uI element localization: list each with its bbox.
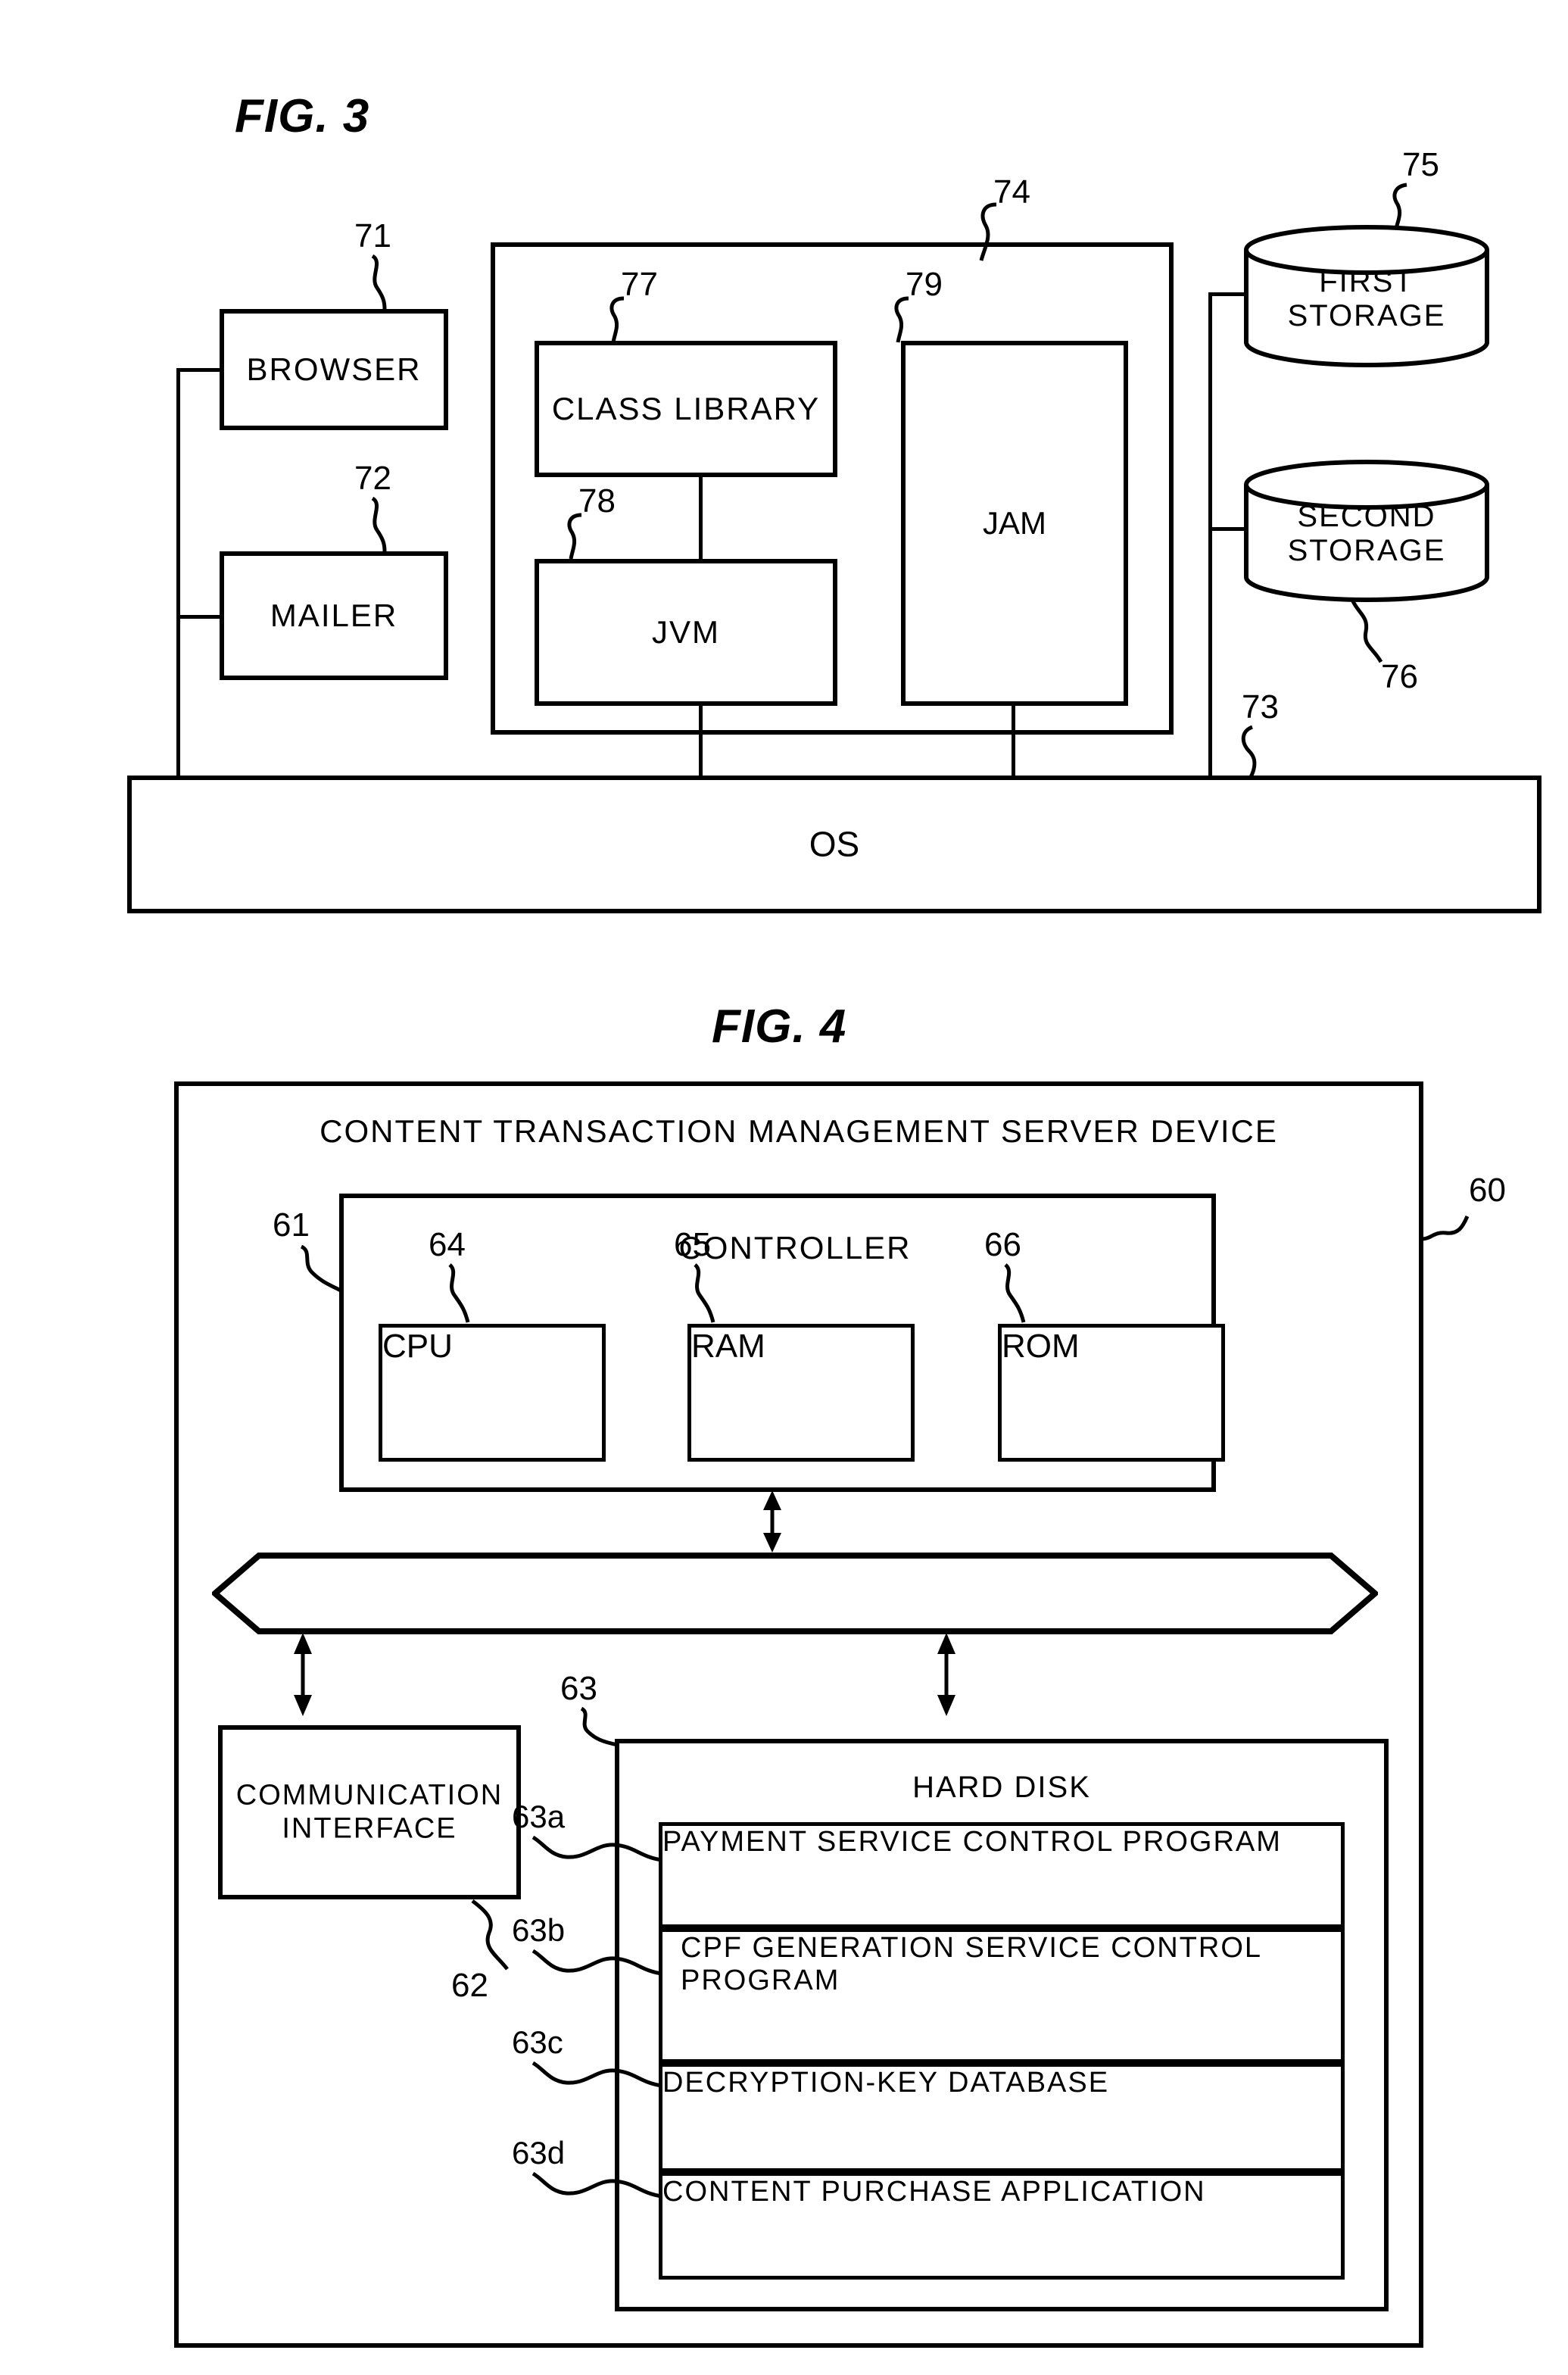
mailer-block: MAILER [220, 551, 448, 680]
reference-numeral-62: 62 [451, 1967, 488, 2004]
lead-line-63c [531, 2061, 662, 2088]
rom-block: ROM [998, 1324, 1225, 1462]
reference-numeral-63c: 63c [512, 2024, 563, 2060]
browser-label: BROWSER [246, 351, 422, 387]
controller-label: CONTROLLER [678, 1230, 912, 1266]
lead-line-61 [300, 1244, 342, 1293]
jam-label: JAM [983, 504, 1046, 541]
lead-line-75 [1392, 183, 1407, 229]
lead-line-76 [1350, 598, 1383, 663]
hard-disk-item-2-label: DECRYPTION-KEY DATABASE [662, 2067, 1110, 2099]
reference-numeral-65: 65 [674, 1226, 711, 1263]
bus-comm-interface-arrow [294, 1633, 312, 1716]
jvm-block: JVM [535, 559, 837, 706]
communication-interface-label: COMMUNICATION INTERFACE [223, 1779, 516, 1845]
os-label: OS [809, 824, 860, 864]
jvm-os-connector [699, 704, 703, 779]
reference-numeral-64: 64 [429, 1226, 466, 1263]
hard-disk-item-payment-service-control-program: PAYMENT SERVICE CONTROL PROGRAM [659, 1822, 1345, 1928]
lead-line-64 [448, 1263, 470, 1323]
ram-label: RAM [691, 1328, 765, 1365]
lead-line-72 [371, 496, 387, 552]
cpu-label: CPU [382, 1328, 453, 1365]
ram-block: RAM [687, 1324, 915, 1462]
controller-bus-arrow [763, 1490, 781, 1553]
hard-disk-label: HARD DISK [912, 1771, 1091, 1804]
reference-numeral-66: 66 [984, 1226, 1021, 1263]
server-device-title: CONTENT TRANSACTION MANAGEMENT SERVER DE… [320, 1113, 1278, 1149]
hard-disk-item-content-purchase-application: CONTENT PURCHASE APPLICATION [659, 2172, 1345, 2280]
class-library-jvm-connector [699, 476, 703, 562]
hard-disk-item-3-label: CONTENT PURCHASE APPLICATION [662, 2176, 1206, 2208]
second-storage-label: SECOND STORAGE [1242, 500, 1492, 568]
figure-3-title: FIG. 3 [235, 90, 370, 142]
jam-os-connector [1012, 704, 1015, 779]
second-storage-line-1: SECOND [1297, 500, 1436, 533]
mailer-label: MAILER [270, 597, 398, 633]
first-storage-line-2: STORAGE [1287, 298, 1446, 332]
lead-line-73 [1241, 725, 1257, 779]
bus-hard-disk-arrow [937, 1633, 955, 1716]
lead-line-63a [531, 1835, 662, 1862]
jam-block: JAM [901, 341, 1128, 706]
rom-label: ROM [1002, 1328, 1080, 1365]
communication-interface-block: COMMUNICATION INTERFACE [218, 1725, 521, 1899]
reference-numeral-72: 72 [354, 460, 391, 497]
reference-numeral-71: 71 [354, 217, 391, 254]
communication-interface-line-2: INTERFACE [282, 1812, 457, 1844]
hard-disk-item-0-label: PAYMENT SERVICE CONTROL PROGRAM [662, 1826, 1282, 1858]
left-bus-vertical [176, 370, 180, 779]
reference-numeral-63a: 63a [512, 1799, 566, 1834]
browser-block: BROWSER [220, 309, 448, 430]
hard-disk-item-1-label: CPF GENERATION SERVICE CONTROL PROGRAM [681, 1932, 1261, 1996]
lead-line-71 [371, 254, 387, 310]
first-storage-line-1: FIRST [1319, 265, 1414, 298]
os-block: OS [127, 776, 1542, 913]
browser-stub [176, 368, 222, 372]
second-storage-cylinder: SECOND STORAGE [1242, 459, 1492, 603]
lead-line-79 [894, 296, 909, 343]
reference-numeral-63d: 63d [512, 2135, 566, 2171]
second-storage-stub [1208, 527, 1246, 531]
lead-line-78 [567, 513, 582, 560]
lead-line-66 [1004, 1263, 1026, 1323]
first-storage-label: FIRST STORAGE [1242, 265, 1492, 333]
hard-disk-item-cpf-generation-service-control-program: CPF GENERATION SERVICE CONTROL PROGRAM [659, 1928, 1345, 2063]
reference-numeral-75: 75 [1402, 146, 1439, 183]
hard-disk-item-decryption-key-database: DECRYPTION-KEY DATABASE [659, 2063, 1345, 2172]
reference-numeral-60: 60 [1469, 1172, 1506, 1209]
first-storage-stub [1208, 292, 1246, 296]
reference-numeral-63: 63 [560, 1670, 597, 1707]
lead-line-65 [694, 1263, 715, 1323]
right-bus-vertical [1208, 294, 1212, 779]
figure-4-title: FIG. 4 [712, 1000, 847, 1053]
mailer-stub [176, 615, 222, 619]
class-library-block: CLASS LIBRARY [535, 341, 837, 477]
system-bus [212, 1553, 1378, 1634]
reference-numeral-73: 73 [1242, 688, 1279, 726]
lead-line-63d [531, 2171, 662, 2199]
cpu-block: CPU [379, 1324, 606, 1462]
lead-line-77 [609, 296, 625, 343]
lead-line-60 [1421, 1216, 1470, 1241]
second-storage-line-2: STORAGE [1287, 533, 1446, 567]
class-library-label: CLASS LIBRARY [551, 390, 821, 426]
lead-line-63b [531, 1949, 662, 1976]
jvm-label: JVM [652, 613, 720, 650]
reference-numeral-61: 61 [273, 1206, 310, 1244]
reference-numeral-63b: 63b [512, 1912, 566, 1948]
reference-numeral-76: 76 [1381, 658, 1418, 695]
first-storage-cylinder: FIRST STORAGE [1242, 224, 1492, 368]
communication-interface-line-1: COMMUNICATION [235, 1779, 503, 1812]
